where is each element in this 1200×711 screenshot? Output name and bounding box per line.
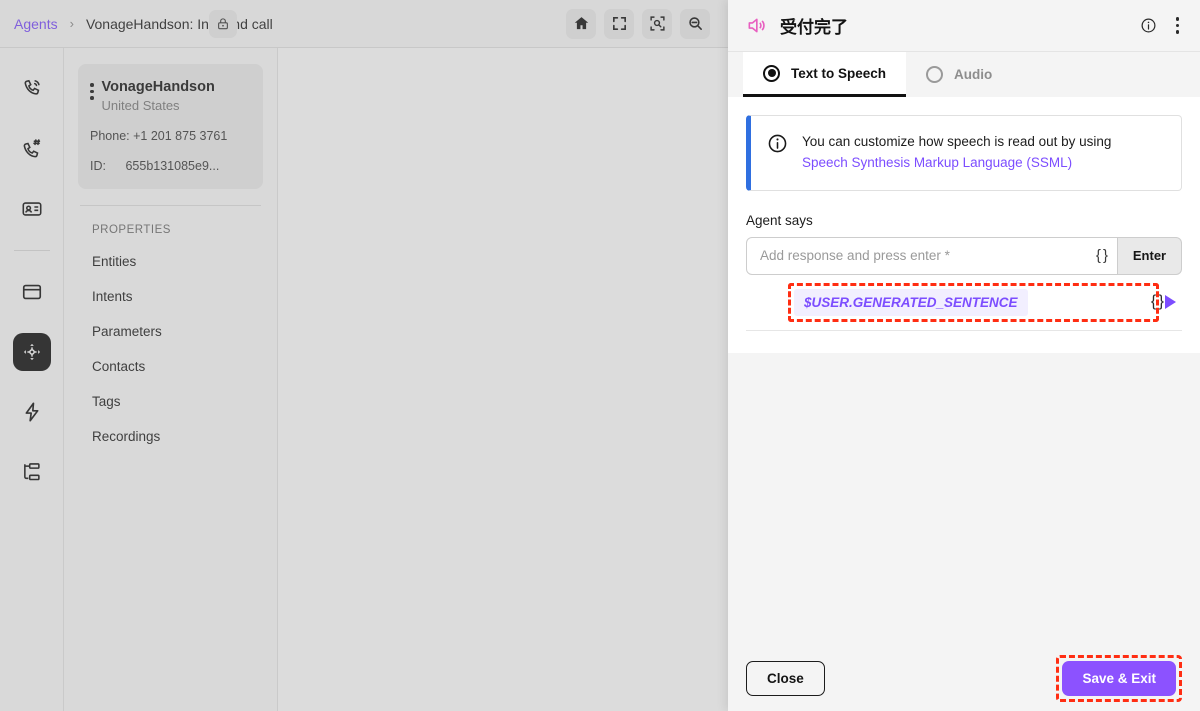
phone-number-icon[interactable] — [13, 130, 51, 168]
response-input[interactable] — [760, 248, 1090, 264]
zoom-out-icon[interactable] — [680, 8, 710, 39]
panel-header: 受付完了 — [728, 0, 1200, 52]
agent-phone-value: +1 201 875 3761 — [133, 129, 228, 144]
info-circle-icon — [768, 134, 787, 153]
speech-settings-panel: 受付完了 Text to Speech Audio You can custom… — [728, 0, 1200, 711]
agent-card-header: VonageHandson United States — [90, 78, 251, 113]
agent-card: VonageHandson United States Phone: +1 20… — [78, 64, 263, 190]
top-bar: Agents › VonageHandson: Inbound call — [0, 0, 728, 48]
agent-says-label: Agent says — [746, 212, 813, 228]
sidebar-divider — [80, 205, 261, 207]
ssml-info-text: You can customize how speech is read out… — [802, 132, 1111, 174]
flow-node-icon[interactable] — [12, 333, 51, 371]
ssml-info-box: You can customize how speech is read out… — [746, 115, 1182, 191]
curly-braces-icon[interactable]: { } — [1151, 293, 1164, 311]
enter-button[interactable]: Enter — [1118, 236, 1182, 275]
sidebar-item-contacts[interactable]: Contacts — [78, 349, 263, 384]
breadcrumb-current: VonageHandson: Inbound call — [85, 15, 273, 32]
canvas-toolbar — [566, 8, 714, 39]
phone-call-icon[interactable] — [13, 70, 51, 108]
tab-label: Text to Speech — [791, 65, 887, 81]
panel-tabs: Text to Speech Audio — [728, 52, 1200, 97]
tab-label: Audio — [954, 67, 993, 82]
sidebar-item-recordings[interactable]: Recordings — [78, 419, 263, 454]
id-card-icon[interactable] — [13, 190, 51, 228]
agent-id-row: ID: 655b131085e9... — [90, 159, 251, 173]
response-input-row: { } Enter — [746, 236, 1182, 275]
properties-section-label: PROPERTIES — [92, 224, 171, 237]
agent-id-label: ID: — [90, 159, 106, 174]
sidebar-item-intents[interactable]: Intents — [78, 279, 263, 314]
breadcrumb-root-link[interactable]: Agents — [14, 16, 58, 32]
save-button-wrapper: Save & Exit — [1056, 654, 1182, 702]
radio-icon — [763, 64, 780, 82]
home-icon[interactable] — [566, 8, 596, 39]
sidebar-item-tags[interactable]: Tags — [78, 384, 263, 419]
lock-icon[interactable] — [209, 10, 237, 38]
tab-text-to-speech[interactable]: Text to Speech — [743, 52, 907, 97]
ssml-info-sentence: You can customize how speech is read out… — [802, 134, 1112, 149]
window-icon[interactable] — [13, 273, 51, 311]
agent-country: United States — [101, 98, 180, 114]
agent-phone-label: Phone: — [90, 129, 130, 144]
radio-icon — [926, 66, 944, 83]
play-icon[interactable] — [1165, 295, 1176, 310]
kebab-menu-icon[interactable] — [1173, 14, 1183, 37]
agent-name: VonageHandson — [101, 79, 215, 95]
breadcrumb-separator: › — [69, 16, 74, 31]
agent-id-value: 655b131085e9... — [125, 159, 220, 174]
speaker-icon — [748, 18, 765, 33]
properties-sidebar: VonageHandson United States Phone: +1 20… — [64, 48, 278, 711]
main-application: Agents › VonageHandson: Inbound call Von… — [0, 0, 728, 711]
info-icon[interactable] — [1140, 17, 1157, 34]
curly-braces-icon[interactable]: { } — [1090, 247, 1108, 264]
icon-rail — [0, 48, 64, 711]
panel-footer: Close Save & Exit — [728, 645, 1200, 711]
panel-header-actions — [1140, 14, 1183, 37]
sidebar-item-entities[interactable]: Entities — [78, 244, 263, 279]
response-list: $USER.GENERATED_SENTENCE { } — [746, 282, 1182, 331]
response-item[interactable]: $USER.GENERATED_SENTENCE — [746, 282, 1159, 322]
save-and-exit-button[interactable]: Save & Exit — [1062, 660, 1176, 696]
panel-body: You can customize how speech is read out… — [728, 97, 1200, 353]
close-button[interactable]: Close — [746, 660, 825, 696]
response-item-tools: { } — [1151, 293, 1176, 311]
panel-title: 受付完了 — [780, 18, 848, 37]
zoom-in-icon[interactable] — [642, 8, 672, 39]
hierarchy-icon[interactable] — [13, 453, 51, 491]
app-root: Agents › VonageHandson: Inbound call Von… — [0, 0, 1200, 711]
fullscreen-icon[interactable] — [604, 8, 634, 39]
drag-handle-icon[interactable] — [90, 78, 94, 100]
response-input-wrapper: { } — [746, 236, 1118, 275]
agent-phone-row: Phone: +1 201 875 3761 — [90, 129, 251, 143]
sidebar-item-parameters[interactable]: Parameters — [78, 314, 263, 349]
rail-divider — [13, 250, 50, 251]
lightning-icon[interactable] — [13, 393, 51, 431]
response-variable-chip[interactable]: $USER.GENERATED_SENTENCE — [794, 288, 1028, 316]
tab-audio[interactable]: Audio — [906, 52, 1012, 97]
ssml-link[interactable]: Speech Synthesis Markup Language (SSML) — [802, 155, 1072, 170]
